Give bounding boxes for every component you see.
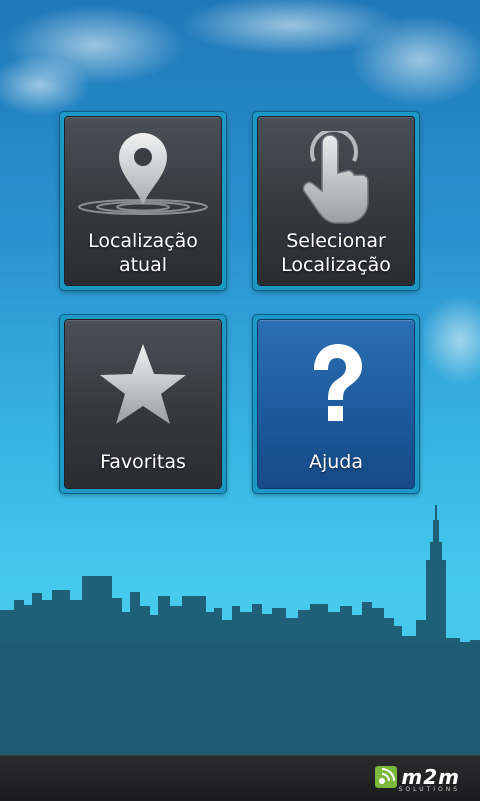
tile-current-location[interactable]: Localização atual (60, 112, 226, 290)
tile-favorites-label: Favoritas (100, 451, 186, 473)
tile-favorites-face: Favoritas (65, 320, 221, 488)
location-pin-icon (65, 131, 221, 231)
footer-bar: m2m SOLUTIONS (0, 755, 480, 801)
help-question-icon (258, 334, 414, 434)
tile-select-location-face: Selecionar Localização (258, 117, 414, 285)
brand-tagline: SOLUTIONS (398, 786, 460, 793)
tile-select-location-label: Selecionar Localização (281, 230, 391, 276)
brand-logo: m2m SOLUTIONS (375, 765, 460, 793)
tile-help[interactable]: Ajuda (253, 315, 419, 493)
brand-name: m2m (401, 765, 460, 789)
tile-current-location-label: Localização atual (88, 230, 198, 276)
tile-help-label: Ajuda (308, 451, 364, 473)
tile-favorites[interactable]: Favoritas (60, 315, 226, 493)
city-skyline (0, 505, 480, 755)
tile-current-location-face: Localização atual (65, 117, 221, 285)
star-icon (65, 334, 221, 434)
touch-hand-icon (258, 131, 414, 231)
tile-help-face: Ajuda (258, 320, 414, 488)
signal-waves-icon (375, 766, 398, 788)
tile-select-location[interactable]: Selecionar Localização (253, 112, 419, 290)
